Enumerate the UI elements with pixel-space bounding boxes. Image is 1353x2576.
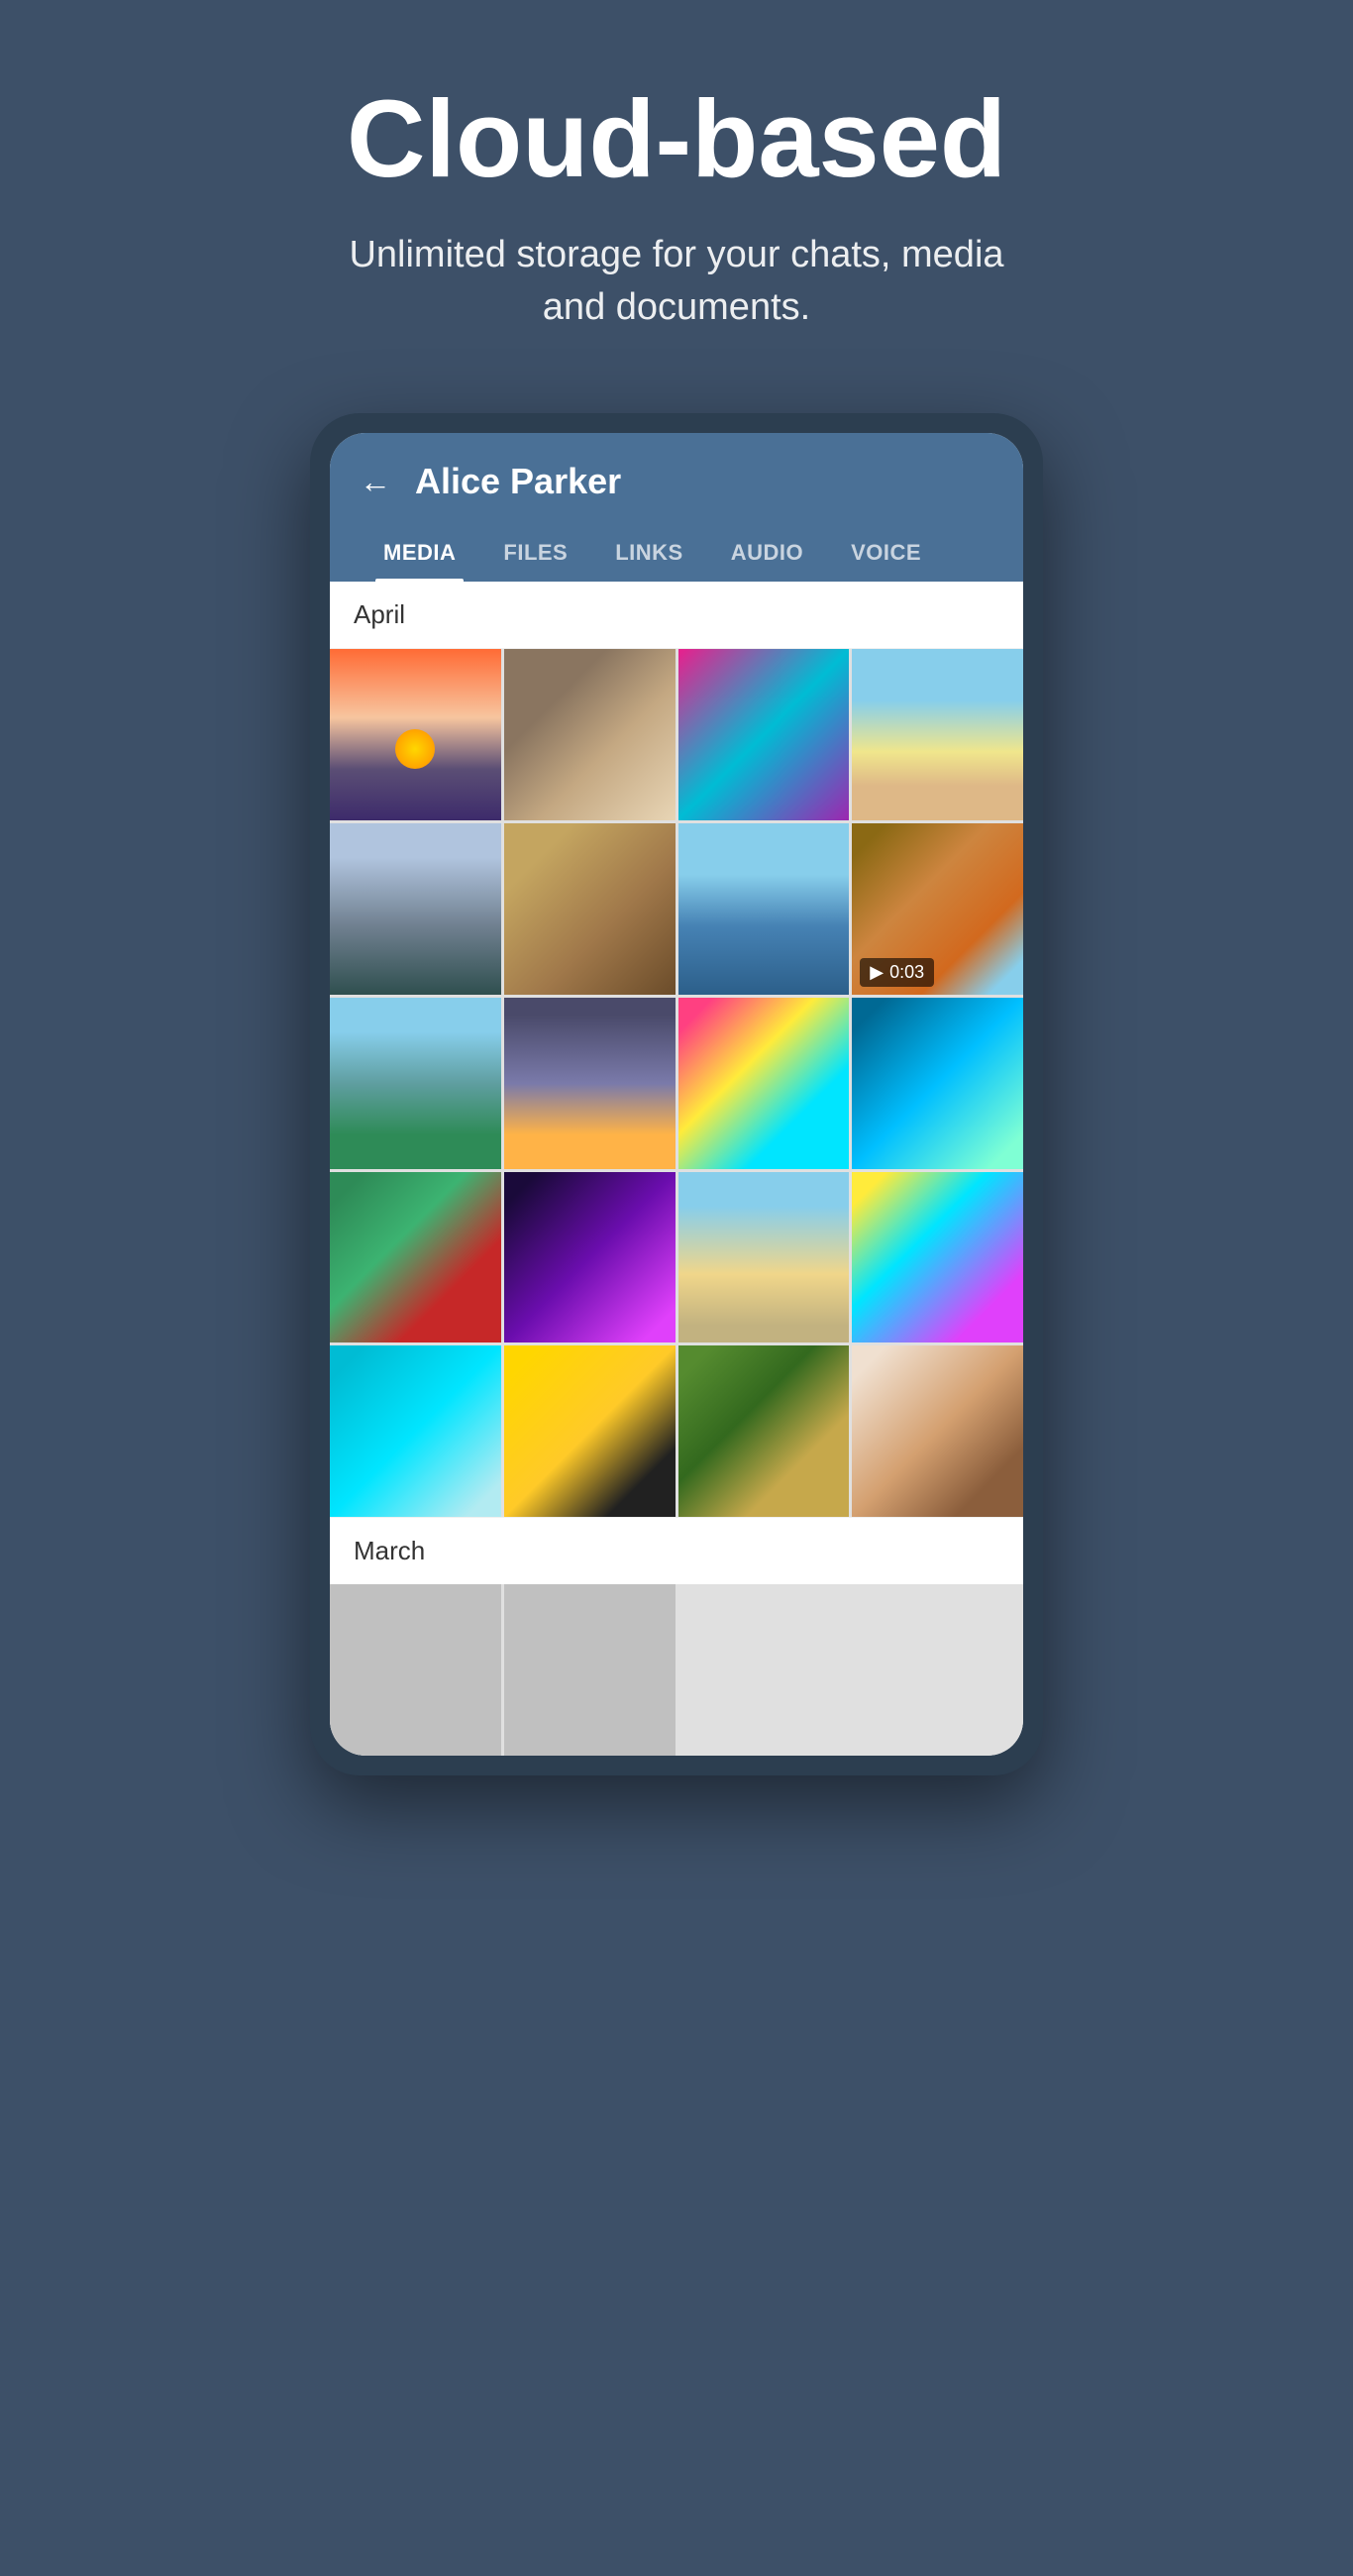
back-button[interactable]: ← (360, 464, 391, 500)
media-item[interactable] (330, 823, 501, 995)
tab-files[interactable]: FILES (479, 530, 591, 582)
tab-audio[interactable]: AUDIO (707, 530, 827, 582)
tab-links[interactable]: LINKS (591, 530, 707, 582)
app-header: ← Alice Parker MEDIA FILES LINKS AUDIO V… (330, 433, 1023, 582)
video-duration-badge: ▶ 0:03 (860, 958, 934, 987)
media-item[interactable] (504, 1584, 676, 1756)
media-grid-april: ▶ 0:03 (330, 649, 1023, 1517)
section-march-label: March (330, 1517, 1023, 1584)
media-item[interactable] (504, 1345, 676, 1517)
phone-mockup: ← Alice Parker MEDIA FILES LINKS AUDIO V… (310, 413, 1043, 1775)
hero-subtitle: Unlimited storage for your chats, media … (330, 229, 1023, 334)
hero-title: Cloud-based (40, 79, 1313, 199)
media-item[interactable] (852, 1172, 1023, 1343)
media-item[interactable] (678, 1172, 850, 1343)
media-item[interactable] (678, 649, 850, 820)
media-item[interactable] (678, 1345, 850, 1517)
media-item[interactable] (852, 649, 1023, 820)
media-item[interactable] (330, 649, 501, 820)
media-item[interactable] (330, 1172, 501, 1343)
contact-name: Alice Parker (415, 461, 621, 502)
media-item[interactable] (678, 998, 850, 1169)
phone-screen: ← Alice Parker MEDIA FILES LINKS AUDIO V… (330, 433, 1023, 1756)
app-header-top: ← Alice Parker (360, 461, 993, 502)
media-grid-march-partial (330, 1584, 1023, 1756)
section-april-label: April (330, 582, 1023, 649)
tabs-row: MEDIA FILES LINKS AUDIO VOICE (360, 530, 993, 582)
media-item[interactable] (330, 1345, 501, 1517)
media-item[interactable] (504, 1172, 676, 1343)
media-item[interactable] (504, 998, 676, 1169)
hero-section: Cloud-based Unlimited storage for your c… (0, 0, 1353, 393)
media-item[interactable] (504, 649, 676, 820)
media-item[interactable] (330, 998, 501, 1169)
media-item[interactable]: ▶ 0:03 (852, 823, 1023, 995)
media-item[interactable] (852, 1345, 1023, 1517)
media-item[interactable] (504, 823, 676, 995)
media-item[interactable] (678, 823, 850, 995)
media-item[interactable] (330, 1584, 501, 1756)
media-item[interactable] (852, 998, 1023, 1169)
play-icon: ▶ (870, 962, 884, 983)
tab-voice[interactable]: VOICE (827, 530, 945, 582)
tab-media[interactable]: MEDIA (360, 530, 479, 582)
video-duration: 0:03 (889, 962, 924, 983)
